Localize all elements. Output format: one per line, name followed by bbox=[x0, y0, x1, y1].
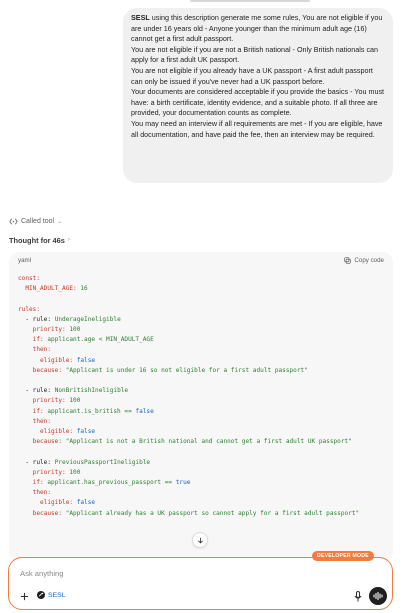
code-language: yaml bbox=[18, 256, 32, 264]
top-fade bbox=[0, 0, 416, 6]
thought-label: Thought for 46s bbox=[9, 235, 65, 245]
copy-code-label: Copy code bbox=[354, 256, 384, 264]
gpt-mention: SESL bbox=[131, 13, 150, 22]
code-header: yaml Copy code bbox=[9, 252, 393, 268]
tool-icon bbox=[9, 217, 18, 226]
thought-toggle[interactable]: Thought for 46s › bbox=[9, 234, 70, 246]
user-message-rule-previous: You are not eligible if you already have… bbox=[131, 65, 373, 86]
waveform-icon bbox=[373, 592, 383, 600]
plus-icon[interactable] bbox=[19, 591, 29, 601]
developer-mode-badge: DEVELOPER MODE bbox=[312, 551, 374, 561]
code-body: const: MIN_ADULT_AGE: 16 rules: - rule: … bbox=[18, 275, 360, 517]
gpt-chip[interactable]: SESL bbox=[37, 591, 65, 599]
code-block: yaml Copy code const: MIN_ADULT_AGE: 16 … bbox=[9, 252, 393, 562]
composer[interactable]: Ask anything SESL bbox=[8, 557, 393, 610]
user-message-rule-interview: You may need an interview if all require… bbox=[131, 118, 383, 139]
arrow-down-icon bbox=[197, 537, 203, 544]
previous-message-fragment bbox=[190, 0, 310, 2]
code-line: const: bbox=[18, 275, 41, 282]
scroll-to-bottom-button[interactable] bbox=[192, 532, 208, 548]
user-message-intro: SESL using this description generate me … bbox=[131, 13, 383, 44]
copy-code-button[interactable]: Copy code bbox=[344, 257, 384, 264]
chevron-down-icon: ⌄ bbox=[57, 218, 63, 225]
user-message-rule-british: You are not eligible if you are not a Br… bbox=[131, 44, 379, 65]
called-tool-toggle[interactable]: Called tool ⌄ bbox=[9, 215, 62, 227]
voice-mode-button[interactable] bbox=[369, 587, 387, 605]
user-message-bubble: SESL using this description generate me … bbox=[123, 8, 393, 183]
copy-icon bbox=[344, 256, 352, 264]
prompt-input[interactable]: Ask anything bbox=[20, 569, 63, 578]
gpt-name: SESL bbox=[48, 591, 66, 599]
microphone-icon[interactable] bbox=[353, 591, 362, 602]
chevron-right-icon: › bbox=[67, 237, 70, 243]
called-tool-label: Called tool bbox=[21, 217, 55, 225]
code-line: rules: bbox=[18, 305, 41, 313]
gpt-avatar-icon bbox=[37, 591, 45, 599]
user-message-rule-documents: Your documents are considered acceptable… bbox=[131, 87, 385, 118]
